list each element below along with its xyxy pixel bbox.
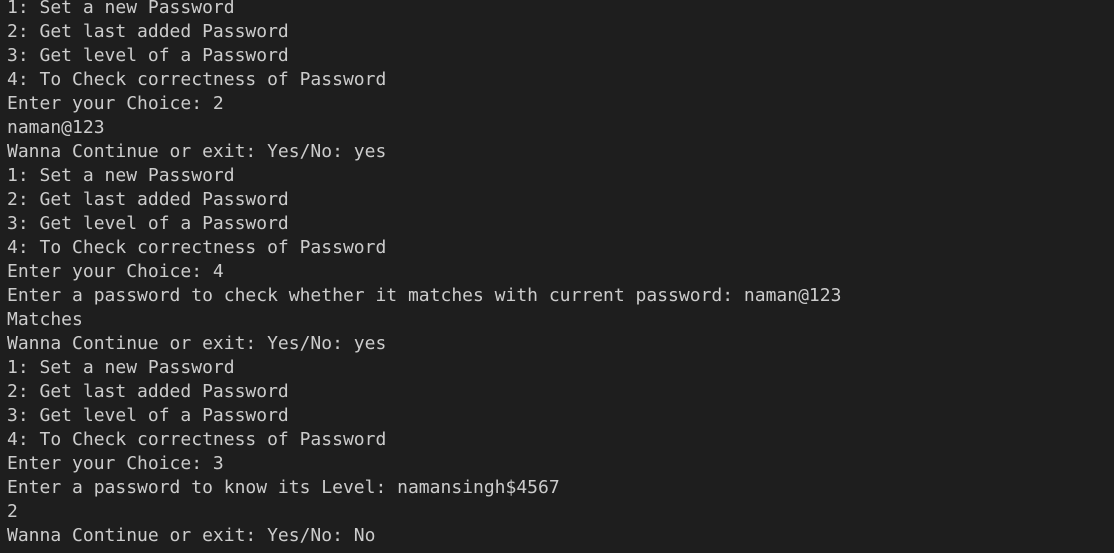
terminal-window[interactable]: 1: Set a new Password 2: Get last added … — [0, 0, 1114, 553]
terminal-line: 2 — [7, 501, 18, 522]
terminal-line: 2: Get last added Password — [7, 21, 289, 42]
terminal-line: 1: Set a new Password — [7, 165, 235, 186]
terminal-line: 2: Get last added Password — [7, 189, 289, 210]
terminal-line: 4: To Check correctness of Password — [7, 69, 387, 90]
terminal-line: Wanna Continue or exit: Yes/No: No — [7, 525, 376, 546]
terminal-output: 1: Set a new Password 2: Get last added … — [7, 0, 841, 548]
terminal-line: 3: Get level of a Password — [7, 405, 289, 426]
terminal-line: Wanna Continue or exit: Yes/No: yes — [7, 333, 387, 354]
terminal-line: 1: Set a new Password — [7, 357, 235, 378]
terminal-line: Enter your Choice: 4 — [7, 261, 224, 282]
terminal-line: Enter a password to check whether it mat… — [7, 285, 842, 306]
terminal-line: Enter a password to know its Level: nama… — [7, 477, 560, 498]
terminal-line: 4: To Check correctness of Password — [7, 237, 387, 258]
terminal-line: 2: Get last added Password — [7, 381, 289, 402]
terminal-line: Enter your Choice: 2 — [7, 93, 224, 114]
terminal-line: 3: Get level of a Password — [7, 45, 289, 66]
terminal-line: naman@123 — [7, 117, 105, 138]
terminal-line: 4: To Check correctness of Password — [7, 429, 387, 450]
terminal-line: Wanna Continue or exit: Yes/No: yes — [7, 141, 387, 162]
terminal-line: Matches — [7, 309, 83, 330]
terminal-line: 1: Set a new Password — [7, 0, 235, 18]
terminal-line: 3: Get level of a Password — [7, 213, 289, 234]
terminal-line: Enter your Choice: 3 — [7, 453, 224, 474]
